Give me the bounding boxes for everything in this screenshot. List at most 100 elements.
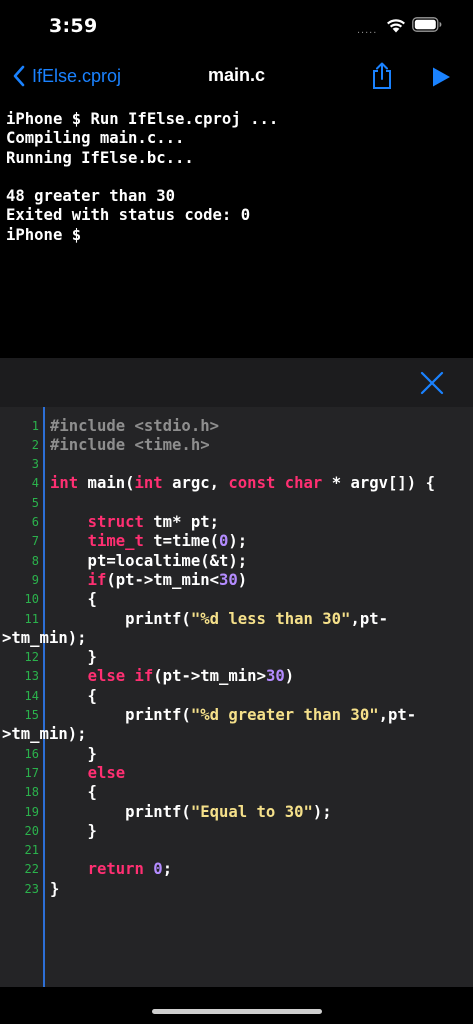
code-token: } [50, 821, 97, 840]
code-text-continuation: >tm_min); [2, 628, 87, 647]
back-button-label: IfElse.cproj [32, 65, 122, 86]
code-line: 13 else if(pt->tm_min>30) [0, 667, 473, 686]
console-line: 48 greater than 30 [6, 187, 175, 206]
console-line: Exited with status code: 0 [6, 206, 251, 225]
code-token: int [134, 474, 163, 493]
code-line: 14 { [0, 687, 473, 706]
code-text: else if(pt->tm_min>30) [50, 667, 295, 686]
code-line: 11 printf("%d less than 30",pt- [0, 610, 473, 629]
code-editor[interactable]: 1 #include <stdio.h> 2 #include <time.h> 3 4 i… [0, 407, 473, 987]
code-token: { [50, 590, 97, 609]
line-number: 20 [24, 823, 39, 838]
code-line: 7 time_t t=time(0); [0, 532, 473, 551]
console-line: iPhone $ [6, 225, 82, 244]
code-token: tm* pt; [143, 513, 220, 531]
line-number: 19 [24, 804, 39, 819]
code-text: } [50, 745, 97, 764]
line-number: 6 [31, 515, 39, 529]
line-number: 17 [24, 765, 39, 780]
code-token: int [50, 474, 79, 493]
cellular-signal-icon: ..... [357, 24, 378, 36]
code-token: } [50, 648, 97, 667]
code-text: } [50, 648, 97, 667]
code-text: struct tm* pt; [50, 513, 219, 532]
code-token: struct [87, 513, 144, 531]
line-number: 16 [24, 746, 39, 761]
console-line: iPhone $ Run IfElse.cproj ... [6, 110, 279, 128]
code-token: char [284, 474, 323, 493]
code-text: { [50, 687, 97, 706]
code-line: 2 #include <time.h> [0, 436, 473, 455]
code-text: } [50, 880, 59, 899]
code-line: 16 } [0, 745, 473, 764]
line-number: 14 [24, 688, 39, 703]
code-line: 15 printf("%d greater than 30",pt- [0, 706, 473, 725]
editor-toolbar [0, 358, 473, 407]
code-text-continuation: >tm_min); [2, 725, 87, 744]
code-token: time_t [87, 532, 144, 551]
code-line: 4 int main(int argc, const char * argv[])… [0, 474, 473, 493]
code-token: else [87, 667, 126, 686]
line-number: 23 [24, 881, 39, 896]
share-icon[interactable] [370, 62, 394, 90]
console-line: Running IfElse.bc... [6, 148, 194, 167]
code-token: else [87, 763, 126, 782]
code-line: 1 #include <stdio.h> [0, 417, 473, 436]
code-text: return 0; [50, 860, 173, 879]
code-token: "Equal to 30" [190, 802, 313, 821]
code-token: ,pt- [378, 706, 417, 724]
line-number: 12 [24, 650, 39, 665]
home-indicator [152, 1009, 322, 1014]
code-token: * argv[]) { [322, 474, 435, 493]
code-token: ); [312, 802, 332, 821]
line-number: 8 [31, 553, 39, 568]
play-icon[interactable] [431, 66, 451, 88]
code-line: 23} [0, 880, 473, 899]
code-token: ,pt- [350, 609, 388, 628]
code-text: printf("%d greater than 30",pt- [50, 706, 416, 725]
code-token: ); [228, 532, 248, 551]
code-token: const [228, 474, 276, 493]
line-number: 9 [31, 572, 39, 587]
line-number: 13 [24, 669, 39, 684]
code-token: 30 [219, 570, 238, 589]
code-line: 8 pt=localtime(&t); [0, 552, 473, 571]
code-token: ; [162, 860, 173, 879]
line-number: 4 [31, 476, 39, 491]
line-number: 10 [24, 592, 39, 607]
close-icon[interactable] [419, 370, 445, 396]
code-token: printf( [50, 706, 191, 724]
code-token: printf( [50, 609, 191, 628]
line-number: 3 [31, 457, 39, 472]
code-text: if(pt->tm_min<30) [50, 570, 248, 590]
code-line: 20 } [0, 822, 473, 841]
console-line: Compiling main.c... [6, 129, 185, 148]
status-bar: 3:59 ..... [0, 0, 473, 54]
navigation-bar: IfElse.cproj main.c [0, 54, 473, 100]
code-token: main( [78, 474, 135, 493]
code-line: 17 else [0, 764, 473, 783]
back-button[interactable]: IfElse.cproj [12, 63, 121, 89]
code-token: "%d greater than 30" [190, 706, 379, 724]
code-token: (pt->tm_min> [153, 667, 266, 686]
code-line: 18 { [0, 783, 473, 802]
wifi-icon [387, 19, 405, 33]
code-text: { [50, 590, 97, 609]
code-token: } [50, 744, 97, 763]
code-line: 6 struct tm* pt; [0, 513, 473, 532]
code-line-wrap: >tm_min); [0, 629, 473, 648]
code-line-wrap: >tm_min); [0, 725, 473, 744]
code-text: else [50, 763, 126, 783]
status-time: 3:59 [49, 15, 98, 37]
code-token: (pt->tm_min< [106, 570, 220, 589]
line-number: 5 [31, 495, 39, 510]
line-number: 18 [24, 785, 39, 800]
code-text: #include <stdio.h> [50, 417, 219, 436]
code-text: printf("Equal to 30"); [50, 803, 332, 822]
line-number: 7 [31, 534, 39, 549]
